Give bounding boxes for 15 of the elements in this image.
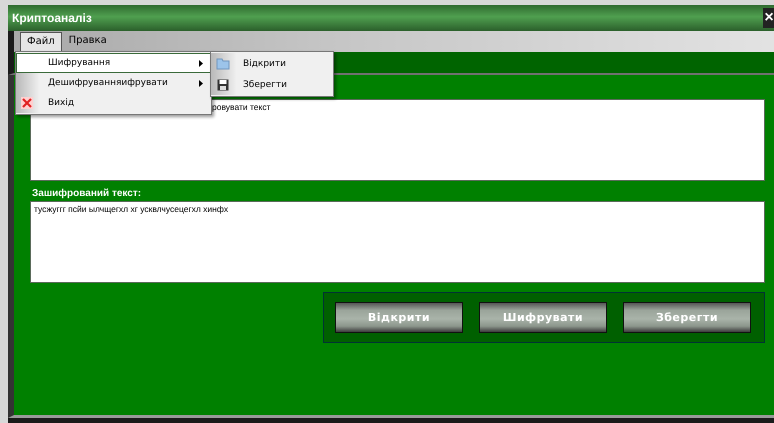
submenu-arrow-icon [199, 80, 203, 86]
menu-bar-item[interactable]: Правка [62, 31, 114, 52]
submenu-item[interactable]: Відкрити [211, 53, 333, 74]
close-button[interactable]: × [763, 8, 774, 28]
menu-item[interactable]: Шифрування [16, 53, 211, 73]
menu-bar-item[interactable]: Файл [20, 32, 62, 52]
submenu-arrow-icon [199, 60, 203, 66]
folder-icon [216, 57, 230, 70]
submenu-item[interactable]: Зберегти [211, 74, 333, 95]
window-title: Криптоаналіз [12, 11, 92, 25]
save-icon [217, 78, 229, 90]
cipher-text-area[interactable]: тусжуггг псйи ылчщегхл хг усквлчусецегхл хинфх [30, 201, 765, 283]
close-icon [21, 97, 33, 109]
menu-item[interactable]: Вихід [16, 93, 211, 113]
cipher-text-label: Зашифрований текст: [32, 188, 142, 199]
